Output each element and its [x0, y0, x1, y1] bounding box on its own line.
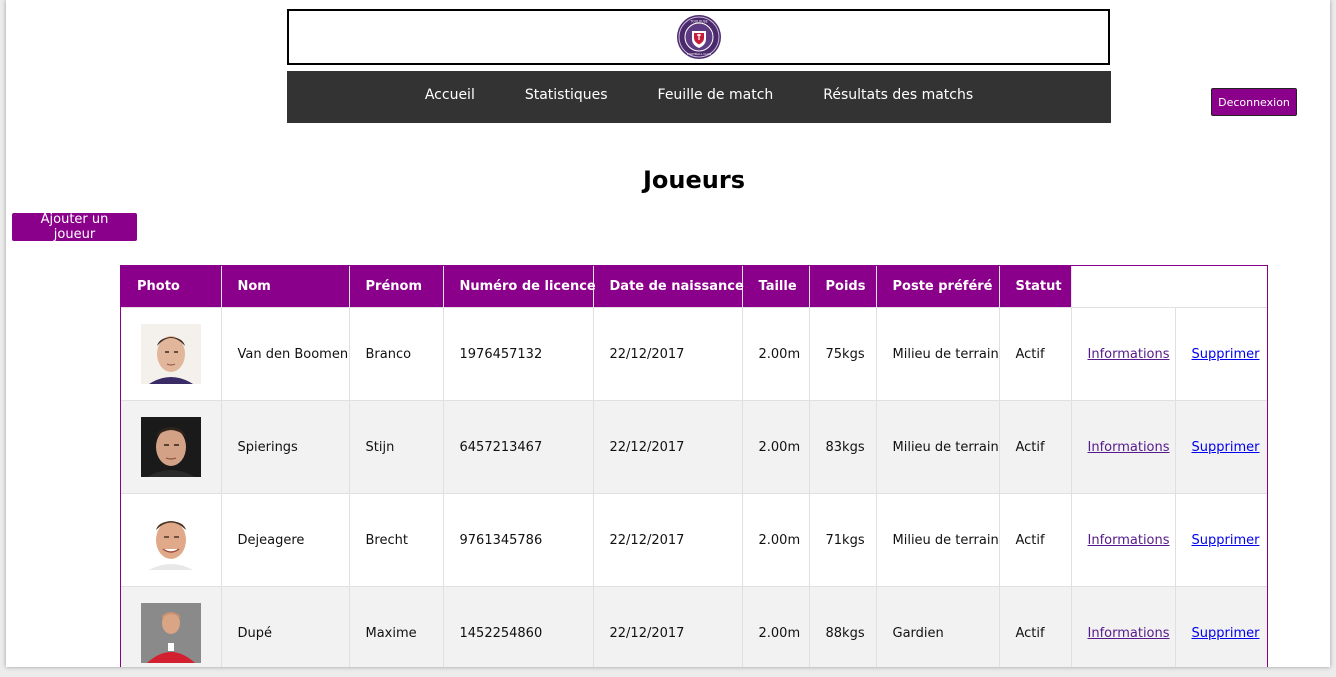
cell-nom: Dejeagere — [221, 493, 350, 587]
nav-item-accueil[interactable]: Accueil — [425, 87, 475, 103]
column-header-blank — [1071, 266, 1175, 308]
players-table-container: Photo Nom Prénom Numéro de licence Date … — [120, 265, 1268, 667]
info-cell: Informations — [1071, 493, 1176, 587]
nav-item-feuille-de-match[interactable]: Feuille de match — [658, 87, 774, 103]
header-logo-box: TOULOUSE FOOTBALL CLUB — [287, 9, 1110, 65]
cell-taille: 2.00m — [742, 493, 810, 587]
cell-statut: Actif — [999, 493, 1072, 587]
informations-link[interactable]: Informations — [1088, 440, 1170, 455]
column-header-blank — [1175, 266, 1267, 308]
cell-licence: 6457213467 — [443, 400, 594, 494]
table-row: Dejeagere Brecht 9761345786 22/12/2017 2… — [121, 493, 1267, 587]
cell-poste: Milieu de terrain — [876, 400, 1000, 494]
cell-nom: Spierings — [221, 400, 350, 494]
players-table: Photo Nom Prénom Numéro de licence Date … — [121, 266, 1267, 667]
column-header-poids: Poids — [809, 266, 877, 308]
supprimer-link[interactable]: Supprimer — [1192, 626, 1260, 641]
delete-cell: Supprimer — [1175, 493, 1267, 587]
table-header-row: Photo Nom Prénom Numéro de licence Date … — [121, 266, 1267, 308]
cell-taille: 2.00m — [742, 307, 810, 401]
delete-cell: Supprimer — [1175, 307, 1267, 401]
svg-text:FOOTBALL CLUB: FOOTBALL CLUB — [686, 52, 711, 56]
page-viewport: TOULOUSE FOOTBALL CLUB Accueil Statistiq… — [6, 0, 1330, 667]
cell-statut: Actif — [999, 586, 1072, 667]
svg-text:TOULOUSE: TOULOUSE — [689, 20, 707, 24]
cell-poids: 88kgs — [809, 586, 877, 667]
supprimer-link[interactable]: Supprimer — [1192, 347, 1260, 362]
column-header-poste: Poste préféré — [876, 266, 1000, 308]
column-header-naissance: Date de naissance — [593, 266, 744, 308]
column-header-taille: Taille — [742, 266, 810, 308]
column-header-statut: Statut — [999, 266, 1072, 308]
table-row: Spierings Stijn 6457213467 22/12/2017 2.… — [121, 400, 1267, 494]
tfc-crest-icon[interactable]: TOULOUSE FOOTBALL CLUB — [676, 14, 722, 60]
cell-taille: 2.00m — [742, 586, 810, 667]
info-cell: Informations — [1071, 586, 1176, 667]
cell-nom: Van den Boomen — [221, 307, 350, 401]
column-header-nom: Nom — [221, 266, 350, 308]
informations-link[interactable]: Informations — [1088, 533, 1170, 548]
info-cell: Informations — [1071, 400, 1176, 494]
cell-naissance: 22/12/2017 — [593, 307, 743, 401]
cell-statut: Actif — [999, 307, 1072, 401]
main-navbar: Accueil Statistiques Feuille de match Ré… — [287, 71, 1111, 123]
supprimer-link[interactable]: Supprimer — [1192, 440, 1260, 455]
photo-cell — [121, 493, 222, 587]
cell-poste: Milieu de terrain — [876, 307, 1000, 401]
cell-prenom: Branco — [349, 307, 444, 401]
supprimer-link[interactable]: Supprimer — [1192, 533, 1260, 548]
info-cell: Informations — [1071, 307, 1176, 401]
table-row: Van den Boomen Branco 1976457132 22/12/2… — [121, 307, 1267, 401]
column-header-photo: Photo — [121, 266, 222, 308]
cell-prenom: Stijn — [349, 400, 444, 494]
informations-link[interactable]: Informations — [1088, 626, 1170, 641]
informations-link[interactable]: Informations — [1088, 347, 1170, 362]
player-photo — [140, 603, 201, 663]
cell-licence: 1452254860 — [443, 586, 594, 667]
cell-poids: 83kgs — [809, 400, 877, 494]
photo-cell — [121, 400, 222, 494]
delete-cell: Supprimer — [1175, 400, 1267, 494]
cell-statut: Actif — [999, 400, 1072, 494]
player-photo — [140, 417, 201, 477]
nav-item-resultats-des-matchs[interactable]: Résultats des matchs — [823, 87, 973, 103]
column-header-licence: Numéro de licence — [443, 266, 596, 308]
nav-item-statistiques[interactable]: Statistiques — [525, 87, 608, 103]
player-photo — [140, 510, 201, 570]
cell-prenom: Maxime — [349, 586, 444, 667]
cell-naissance: 22/12/2017 — [593, 586, 743, 667]
cell-poids: 71kgs — [809, 493, 877, 587]
cell-licence: 1976457132 — [443, 307, 594, 401]
cell-poste: Milieu de terrain — [876, 493, 1000, 587]
page-title: Joueurs — [643, 166, 745, 194]
player-photo — [140, 324, 201, 384]
photo-cell — [121, 586, 222, 667]
column-header-prenom: Prénom — [349, 266, 444, 308]
cell-poids: 75kgs — [809, 307, 877, 401]
delete-cell: Supprimer — [1175, 586, 1267, 667]
cell-naissance: 22/12/2017 — [593, 400, 743, 494]
cell-taille: 2.00m — [742, 400, 810, 494]
cell-licence: 9761345786 — [443, 493, 594, 587]
logout-button[interactable]: Deconnexion — [1211, 88, 1297, 116]
cell-nom: Dupé — [221, 586, 350, 667]
cell-prenom: Brecht — [349, 493, 444, 587]
table-row: Dupé Maxime 1452254860 22/12/2017 2.00m … — [121, 586, 1267, 667]
cell-poste: Gardien — [876, 586, 1000, 667]
add-player-button[interactable]: Ajouter un joueur — [12, 212, 137, 242]
cell-naissance: 22/12/2017 — [593, 493, 743, 587]
photo-cell — [121, 307, 222, 401]
